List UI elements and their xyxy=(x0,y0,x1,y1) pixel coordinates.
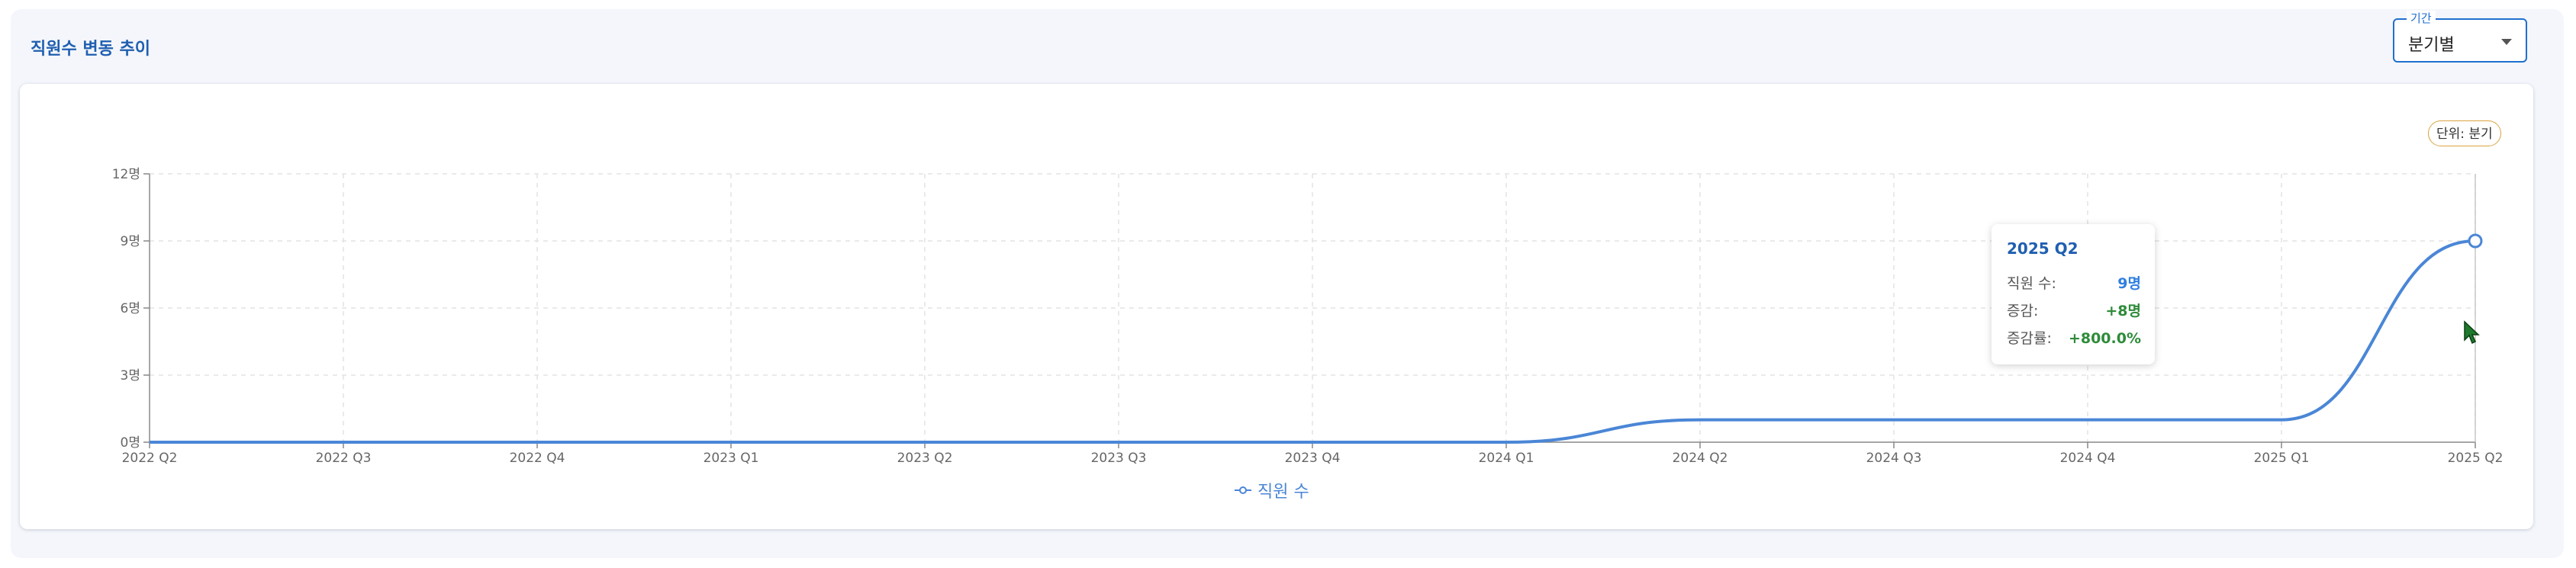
y-tick-label: 0명 xyxy=(121,435,140,451)
legend-line-marker-icon xyxy=(1235,486,1251,494)
x-tick-label: 2024 Q2 xyxy=(1673,451,1728,466)
tooltip-value: +800.0% xyxy=(2068,330,2141,347)
x-tick-label: 2022 Q2 xyxy=(122,451,178,466)
y-tick-label: 12명 xyxy=(112,167,140,182)
x-tick-label: 2023 Q4 xyxy=(1285,451,1341,466)
x-tick-label: 2025 Q1 xyxy=(2254,451,2310,466)
tooltip-value: 9명 xyxy=(2117,275,2141,292)
tooltip-title: 2025 Q2 xyxy=(2007,239,2079,258)
tooltip-row-rate: 증감률: +800.0% xyxy=(2007,325,2141,352)
x-tick-label: 2022 Q4 xyxy=(510,451,565,466)
y-tick-label: 6명 xyxy=(121,301,140,316)
x-tick-label: 2025 Q2 xyxy=(2448,451,2504,466)
x-tick-label: 2023 Q1 xyxy=(704,451,759,466)
x-tick-label: 2023 Q2 xyxy=(897,451,953,466)
x-tick-label: 2024 Q1 xyxy=(1479,451,1534,466)
tooltip-value: +8명 xyxy=(2105,303,2141,319)
tooltip-row-count: 직원 수: 9명 xyxy=(2007,270,2141,297)
legend-item[interactable]: 직원 수 xyxy=(1235,479,1309,502)
legend-label: 직원 수 xyxy=(1257,483,1309,502)
data-point xyxy=(2468,233,2483,249)
tooltip-label: 증감률: xyxy=(2007,330,2052,347)
chart-tooltip: 2025 Q2 직원 수: 9명 증감: +8명 증감률: +800.0% xyxy=(1992,224,2155,364)
mouse-cursor-icon xyxy=(2464,320,2480,345)
tooltip-label: 직원 수: xyxy=(2007,275,2056,292)
x-tick-label: 2024 Q3 xyxy=(1866,451,1922,466)
x-tick-label: 2022 Q3 xyxy=(316,451,372,466)
tooltip-label: 증감: xyxy=(2007,303,2039,319)
x-tick-label: 2023 Q3 xyxy=(1091,451,1147,466)
y-tick-label: 3명 xyxy=(121,368,140,383)
x-tick-label: 2024 Q4 xyxy=(2060,451,2116,466)
tooltip-row-change: 증감: +8명 xyxy=(2007,297,2141,325)
y-tick-label: 9명 xyxy=(121,234,140,249)
